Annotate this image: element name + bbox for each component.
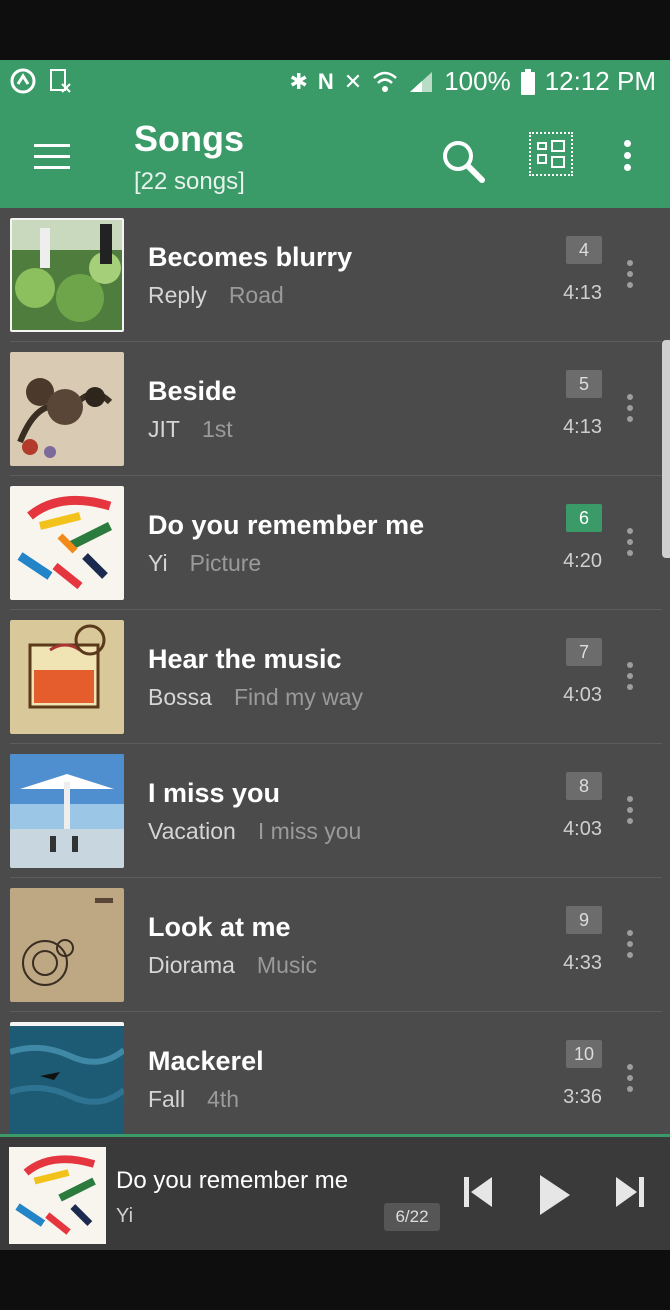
song-row[interactable]: Look at me Diorama Music 9 4:33 [0, 878, 662, 1012]
song-row[interactable]: Becomes blurry Reply Road 4 4:13 [0, 208, 662, 342]
album-name: Music [256, 952, 317, 978]
album-art [10, 888, 124, 1002]
song-duration: 4:20 [563, 550, 602, 572]
grid-view-icon[interactable] [529, 132, 573, 176]
track-number-badge: 8 [566, 772, 602, 800]
artist-name: Yi [148, 550, 168, 576]
track-number-badge: 4 [566, 236, 602, 264]
song-row[interactable]: Mackerel Fall 4th 10 3:36 [0, 1012, 662, 1134]
clock: 12:12 PM [544, 66, 656, 96]
mute-icon: ✕ [343, 68, 363, 94]
song-duration: 4:13 [563, 282, 602, 304]
artist-name: Diorama [148, 952, 235, 978]
artist-name: Vacation [148, 818, 236, 844]
song-duration: 3:36 [563, 1086, 602, 1108]
bluetooth-icon: ✱ [289, 68, 308, 94]
song-artist: Yi Picture [148, 550, 261, 577]
song-more-icon[interactable] [622, 662, 638, 692]
album-art [10, 352, 124, 466]
song-row[interactable]: Do you remember me Yi Picture 6 4:20 [0, 476, 662, 610]
song-more-icon[interactable] [622, 930, 638, 960]
song-more-icon[interactable] [622, 528, 638, 558]
song-list: Becomes blurry Reply Road 4 4:13 Beside J… [0, 208, 662, 1134]
album-name: Find my way [233, 684, 364, 710]
wifi-icon [373, 71, 398, 92]
album-name: I miss you [257, 818, 362, 844]
data-notification-icon [50, 69, 71, 93]
album-name: 4th [207, 1086, 240, 1112]
mini-player[interactable]: Do you remember me Yi 6/22 [0, 1134, 670, 1250]
song-row[interactable]: Beside JIT 1st 5 4:13 [0, 342, 662, 476]
album-art [10, 218, 124, 332]
song-more-icon[interactable] [622, 1064, 638, 1094]
song-title: Hear the music [148, 644, 342, 674]
song-duration: 4:03 [563, 818, 602, 840]
album-art [10, 754, 124, 868]
song-artist: Bossa Find my way [148, 684, 363, 711]
track-number-badge: 6 [566, 504, 602, 532]
song-artist: Reply Road [148, 282, 284, 309]
song-row[interactable]: Hear the music Bossa Find my way 7 4:03 [0, 610, 662, 744]
song-artist: JIT 1st [148, 416, 233, 443]
track-number-badge: 10 [566, 1040, 602, 1068]
now-playing-artist: Yi [116, 1205, 134, 1227]
page-title: Songs [134, 118, 245, 159]
previous-icon[interactable] [462, 1171, 494, 1215]
artist-name: Fall [148, 1086, 186, 1112]
song-title: Do you remember me [148, 510, 425, 540]
song-title: Becomes blurry [148, 242, 353, 272]
song-duration: 4:13 [563, 416, 602, 438]
now-playing-art [9, 1147, 106, 1244]
track-number-badge: 9 [566, 906, 602, 934]
track-number-badge: 7 [566, 638, 602, 666]
song-more-icon[interactable] [622, 260, 638, 290]
album-name: Picture [189, 550, 262, 576]
artist-name: Reply [148, 282, 207, 308]
song-count: [22 songs] [134, 168, 245, 195]
menu-icon[interactable] [34, 144, 70, 170]
song-title: Look at me [148, 912, 291, 942]
next-icon[interactable] [614, 1171, 646, 1215]
queue-position: 6/22 [384, 1203, 440, 1231]
battery-icon [520, 68, 535, 95]
battery-percent: 100% [444, 66, 511, 96]
song-artist: Vacation I miss you [148, 818, 361, 845]
search-icon[interactable] [440, 138, 486, 184]
album-art [10, 1022, 124, 1134]
song-more-icon[interactable] [622, 394, 638, 424]
bottom-black-bar [0, 1250, 670, 1310]
song-duration: 4:03 [563, 684, 602, 706]
album-art [10, 620, 124, 734]
artist-name: Bossa [148, 684, 212, 710]
song-more-icon[interactable] [622, 796, 638, 826]
song-title: Beside [148, 376, 237, 406]
scrollbar-thumb[interactable] [662, 340, 670, 558]
artist-name: JIT [148, 416, 180, 442]
nfc-icon: N [317, 68, 334, 94]
song-title: Mackerel [148, 1046, 264, 1076]
signal-icon [410, 71, 433, 92]
play-icon[interactable] [536, 1173, 572, 1217]
song-duration: 4:33 [563, 952, 602, 974]
song-row[interactable]: I miss you Vacation I miss you 8 4:03 [0, 744, 662, 878]
album-art [10, 486, 124, 600]
track-number-badge: 5 [566, 370, 602, 398]
now-playing-title: Do you remember me [116, 1167, 349, 1194]
song-artist: Fall 4th [148, 1086, 239, 1113]
album-name: 1st [201, 416, 233, 442]
app-bar: Songs [22 songs] [0, 104, 670, 208]
status-bar: ✱ N ✕ 100% 12:12 PM [0, 60, 670, 104]
top-black-bar [0, 0, 670, 60]
song-title: I miss you [148, 778, 281, 808]
album-name: Road [228, 282, 284, 308]
app-notification-icon [10, 68, 36, 94]
song-artist: Diorama Music [148, 952, 317, 979]
more-vert-icon[interactable] [620, 140, 636, 172]
